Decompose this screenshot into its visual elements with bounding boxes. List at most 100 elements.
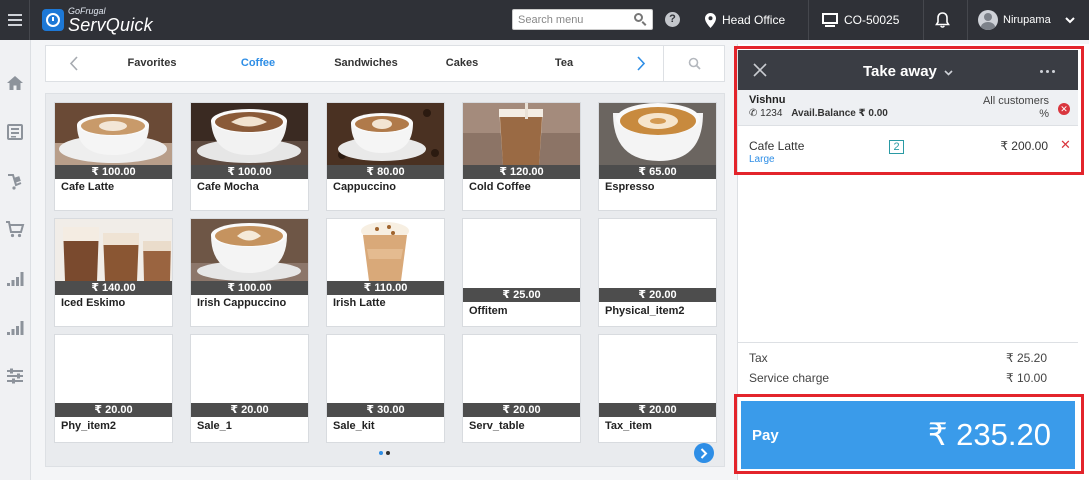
- monitor-icon: [822, 13, 838, 27]
- product-card[interactable]: ₹ 20.00 Serv_table: [462, 334, 581, 443]
- chevron-left-icon: [69, 56, 78, 71]
- product-card[interactable]: ₹ 120.00 Cold Coffee: [462, 102, 581, 211]
- left-sidebar: [0, 40, 31, 480]
- cart-icon[interactable]: [5, 219, 25, 239]
- product-price: ₹ 20.00: [191, 403, 308, 417]
- pay-button[interactable]: Pay ₹ 235.20: [741, 401, 1075, 469]
- category-bar: Favorites Coffee Sandwiches Cakes Tea: [45, 45, 725, 82]
- product-card[interactable]: ₹ 20.00 Phy_item2: [54, 334, 173, 443]
- tab-cakes[interactable]: Cakes: [422, 46, 502, 81]
- product-card[interactable]: ₹ 25.00 Offitem: [462, 218, 581, 327]
- next-page-button[interactable]: [694, 443, 714, 463]
- product-card[interactable]: ₹ 100.00 Cafe Mocha: [190, 102, 309, 211]
- search-menu-input[interactable]: [513, 10, 631, 29]
- settings-sliders-icon[interactable]: [5, 366, 25, 386]
- product-price: ₹ 100.00: [191, 165, 308, 179]
- tab-tea[interactable]: Tea: [524, 46, 604, 81]
- location-selector[interactable]: Head Office: [705, 0, 785, 40]
- product-card[interactable]: ₹ 100.00 Irish Cappuccino: [190, 218, 309, 327]
- product-image-cold-coffee: [463, 103, 580, 165]
- product-price: ₹ 100.00: [55, 165, 172, 179]
- product-card[interactable]: ₹ 65.00 Espresso: [598, 102, 717, 211]
- cart-panel: Take away Vishnu ✆ 1234 Avail.Balance ₹ …: [737, 44, 1089, 480]
- phone-icon: ✆: [749, 108, 758, 119]
- product-name: Iced Eskimo: [61, 297, 126, 309]
- chevron-down-icon: [944, 70, 953, 76]
- counter-selector[interactable]: CO-50025: [822, 0, 899, 40]
- product-card[interactable]: ₹ 140.00 Iced Eskimo: [54, 218, 173, 327]
- page-dot-active[interactable]: [379, 451, 383, 455]
- product-card[interactable]: ₹ 100.00 Cafe Latte: [54, 102, 173, 211]
- product-grid: ₹ 100.00 Cafe Latte ₹ 100.00 Cafe Mocha: [45, 93, 725, 467]
- product-name: Sale_1: [197, 420, 232, 432]
- customer-phone-row: ✆ 1234 Avail.Balance ₹ 0.00: [749, 108, 888, 119]
- cart-line-item[interactable]: Cafe Latte Large 2 ₹ 200.00 ✕: [738, 128, 1078, 172]
- tab-sandwiches[interactable]: Sandwiches: [319, 46, 413, 81]
- location-label: Head Office: [722, 13, 786, 27]
- product-price: ₹ 20.00: [463, 403, 580, 417]
- product-image-iced-eskimo: [55, 219, 172, 281]
- product-card[interactable]: ₹ 20.00 Physical_item2: [598, 218, 717, 327]
- user-menu[interactable]: Nirupama: [978, 0, 1081, 40]
- product-price: ₹ 20.00: [55, 403, 172, 417]
- product-price: ₹ 80.00: [327, 165, 444, 179]
- user-name: Nirupama: [1003, 14, 1051, 26]
- product-price: ₹ 20.00: [599, 403, 716, 417]
- product-name: Cold Coffee: [469, 181, 531, 193]
- line-item-variant[interactable]: Large: [749, 154, 775, 165]
- product-name: Cafe Latte: [61, 181, 115, 193]
- help-icon[interactable]: ?: [665, 12, 680, 27]
- service-charge-label: Service charge: [749, 371, 830, 385]
- customer-group-discount: %: [1039, 108, 1049, 120]
- product-price: ₹ 30.00: [327, 403, 444, 417]
- line-item-amount: ₹ 200.00: [1000, 139, 1048, 153]
- search-menu-box[interactable]: [512, 9, 653, 30]
- notifications-button[interactable]: [935, 0, 956, 40]
- product-image-cafe-latte: [55, 103, 172, 165]
- analytics-icon[interactable]: [5, 317, 25, 337]
- cart-header: Take away: [738, 50, 1078, 94]
- product-name: Physical_item2: [605, 305, 685, 317]
- tab-favorites[interactable]: Favorites: [112, 46, 192, 81]
- search-icon[interactable]: [631, 10, 649, 29]
- product-card[interactable]: ₹ 30.00 Sale_kit: [326, 334, 445, 443]
- category-search-button[interactable]: [663, 46, 725, 81]
- tab-coffee[interactable]: Coffee: [218, 46, 298, 81]
- customer-balance: Avail.Balance ₹ 0.00: [791, 108, 888, 119]
- clock-logo-icon: [42, 9, 64, 31]
- tax-row: Tax ₹ 25.20: [749, 351, 1047, 365]
- order-type-selector[interactable]: Take away: [738, 63, 1078, 80]
- product-image-irish-latte: [327, 219, 444, 281]
- customer-info[interactable]: Vishnu ✆ 1234 Avail.Balance ₹ 0.00 All c…: [738, 90, 1078, 126]
- orders-icon[interactable]: [5, 122, 25, 142]
- product-card[interactable]: ₹ 20.00 Sale_1: [190, 334, 309, 443]
- more-options-icon[interactable]: [1040, 70, 1055, 73]
- category-prev-button[interactable]: [58, 46, 88, 81]
- checkout-icon[interactable]: [5, 171, 25, 191]
- product-name: Phy_item2: [61, 420, 117, 432]
- customer-group: All customers %: [983, 95, 1049, 121]
- product-image-cappuccino: [327, 103, 444, 165]
- line-item-quantity[interactable]: 2: [889, 140, 904, 154]
- product-name: Cafe Mocha: [197, 181, 259, 193]
- product-price: ₹ 140.00: [55, 281, 172, 295]
- pay-amount: ₹ 235.20: [927, 417, 1051, 452]
- home-icon[interactable]: [5, 73, 25, 93]
- product-card[interactable]: ₹ 20.00 Tax_item: [598, 334, 717, 443]
- product-card[interactable]: ₹ 80.00 Cappuccino: [326, 102, 445, 211]
- page-dot[interactable]: [386, 451, 390, 455]
- product-card[interactable]: ₹ 110.00 Irish Latte: [326, 218, 445, 327]
- category-next-button[interactable]: [626, 46, 656, 81]
- product-name: Sale_kit: [333, 420, 375, 432]
- product-price: ₹ 25.00: [463, 288, 580, 302]
- chevron-right-icon: [700, 447, 708, 459]
- remove-customer-icon[interactable]: ✕: [1058, 103, 1070, 115]
- product-name: Espresso: [605, 181, 655, 193]
- product-price: ₹ 120.00: [463, 165, 580, 179]
- reports-icon[interactable]: [5, 268, 25, 288]
- tax-value: ₹ 25.20: [1006, 351, 1047, 365]
- menu-icon[interactable]: [0, 0, 30, 40]
- product-name: Serv_table: [469, 420, 525, 432]
- chevron-right-icon: [636, 56, 645, 71]
- remove-item-icon[interactable]: ✕: [1060, 137, 1071, 153]
